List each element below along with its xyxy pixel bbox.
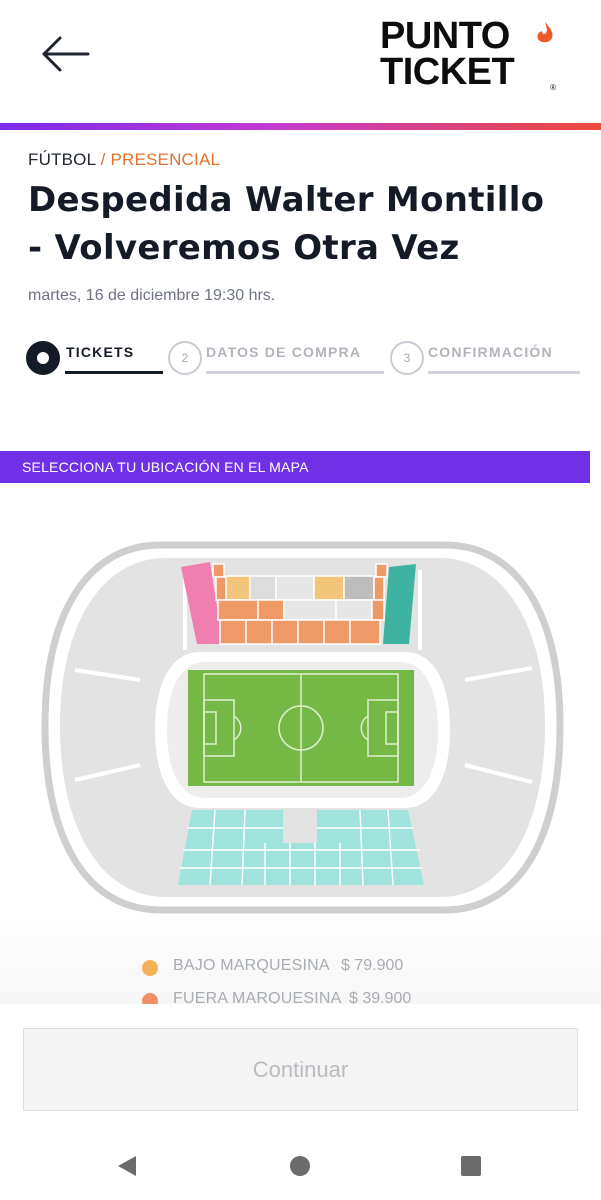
punto-ticket-logo[interactable]: PUNTO TICKET ® (380, 17, 570, 98)
price-color-dot (142, 960, 158, 976)
app-header: PUNTO TICKET ® (0, 0, 601, 124)
seat-block[interactable] (275, 575, 315, 601)
breadcrumb-category[interactable]: FÚTBOL (28, 150, 96, 169)
seat-block[interactable] (257, 599, 285, 621)
seat-block[interactable] (215, 576, 227, 601)
seat-block[interactable] (323, 619, 351, 645)
price-zone-value: $ 79.900 (341, 957, 404, 974)
breadcrumb-separator: / (100, 150, 106, 169)
soccer-field (188, 670, 414, 786)
nav-recents-button[interactable] (459, 1154, 483, 1178)
breadcrumb: FÚTBOL / PRESENCIAL (28, 150, 220, 170)
seat-block[interactable] (375, 563, 388, 578)
step-1-underline (65, 371, 163, 374)
arrow-left-icon (42, 36, 90, 72)
seat-block[interactable] (297, 619, 325, 645)
seat-block[interactable] (371, 599, 385, 621)
map-section-banner: SELECCIONA TU UBICACIÓN EN EL MAPA (0, 451, 590, 483)
step-2-indicator: 2 (168, 341, 202, 375)
seat-block[interactable] (313, 575, 345, 601)
breadcrumb-mode[interactable]: PRESENCIAL (110, 150, 220, 169)
event-title: Despedida Walter Montillo - Volveremos O… (28, 180, 545, 268)
price-zone-name: BAJO MARQUESINA (173, 957, 330, 974)
nav-back-icon (118, 1156, 136, 1176)
step-3-label: CONFIRMACIÓN (428, 344, 553, 360)
seat-block[interactable] (245, 619, 273, 645)
nav-recents-icon (461, 1156, 481, 1176)
seat-block[interactable] (349, 619, 381, 645)
seat-block[interactable] (249, 575, 277, 601)
event-date: martes, 16 de diciembre 19:30 hrs. (28, 287, 276, 304)
nav-home-button[interactable] (288, 1154, 312, 1178)
logo-flame-icon (537, 22, 553, 43)
nav-back-button[interactable] (116, 1154, 140, 1178)
seat-block[interactable] (335, 599, 373, 621)
accent-gradient-bar (0, 123, 601, 130)
stadium-map[interactable] (40, 540, 565, 915)
seat-block[interactable] (283, 599, 337, 621)
seat-block[interactable] (225, 575, 251, 601)
back-button[interactable] (36, 30, 96, 78)
step-datos-de-compra[interactable]: 2 DATOS DE COMPRA (168, 338, 388, 378)
step-confirmacion[interactable]: 3 CONFIRMACIÓN (390, 338, 586, 378)
seat-block[interactable] (271, 619, 299, 645)
seat-block[interactable] (219, 619, 247, 645)
step-3-underline (428, 371, 580, 374)
purchase-stepper: TICKETS 2 DATOS DE COMPRA 3 CONFIRMACIÓN (26, 338, 586, 378)
logo-line-2: TICKET (380, 51, 515, 93)
step-2-underline (206, 371, 384, 374)
price-row-bajo-marquesina[interactable]: BAJO MARQUESINA $ 79.900 (142, 955, 442, 988)
bottom-action-area: Continuar (0, 1004, 601, 1124)
seat-block[interactable] (343, 575, 375, 601)
seat-block[interactable] (212, 563, 225, 578)
continue-button[interactable]: Continuar (23, 1028, 578, 1111)
seat-block[interactable] (217, 599, 259, 621)
step-1-indicator (26, 341, 60, 375)
registered-mark: ® (550, 83, 556, 92)
step-3-indicator: 3 (390, 341, 424, 375)
step-1-label: TICKETS (66, 344, 135, 360)
step-tickets[interactable]: TICKETS (26, 338, 166, 378)
nav-home-icon (290, 1156, 310, 1176)
seat-block[interactable] (373, 576, 385, 601)
system-navigation-bar (0, 1124, 601, 1200)
step-2-label: DATOS DE COMPRA (206, 344, 362, 360)
